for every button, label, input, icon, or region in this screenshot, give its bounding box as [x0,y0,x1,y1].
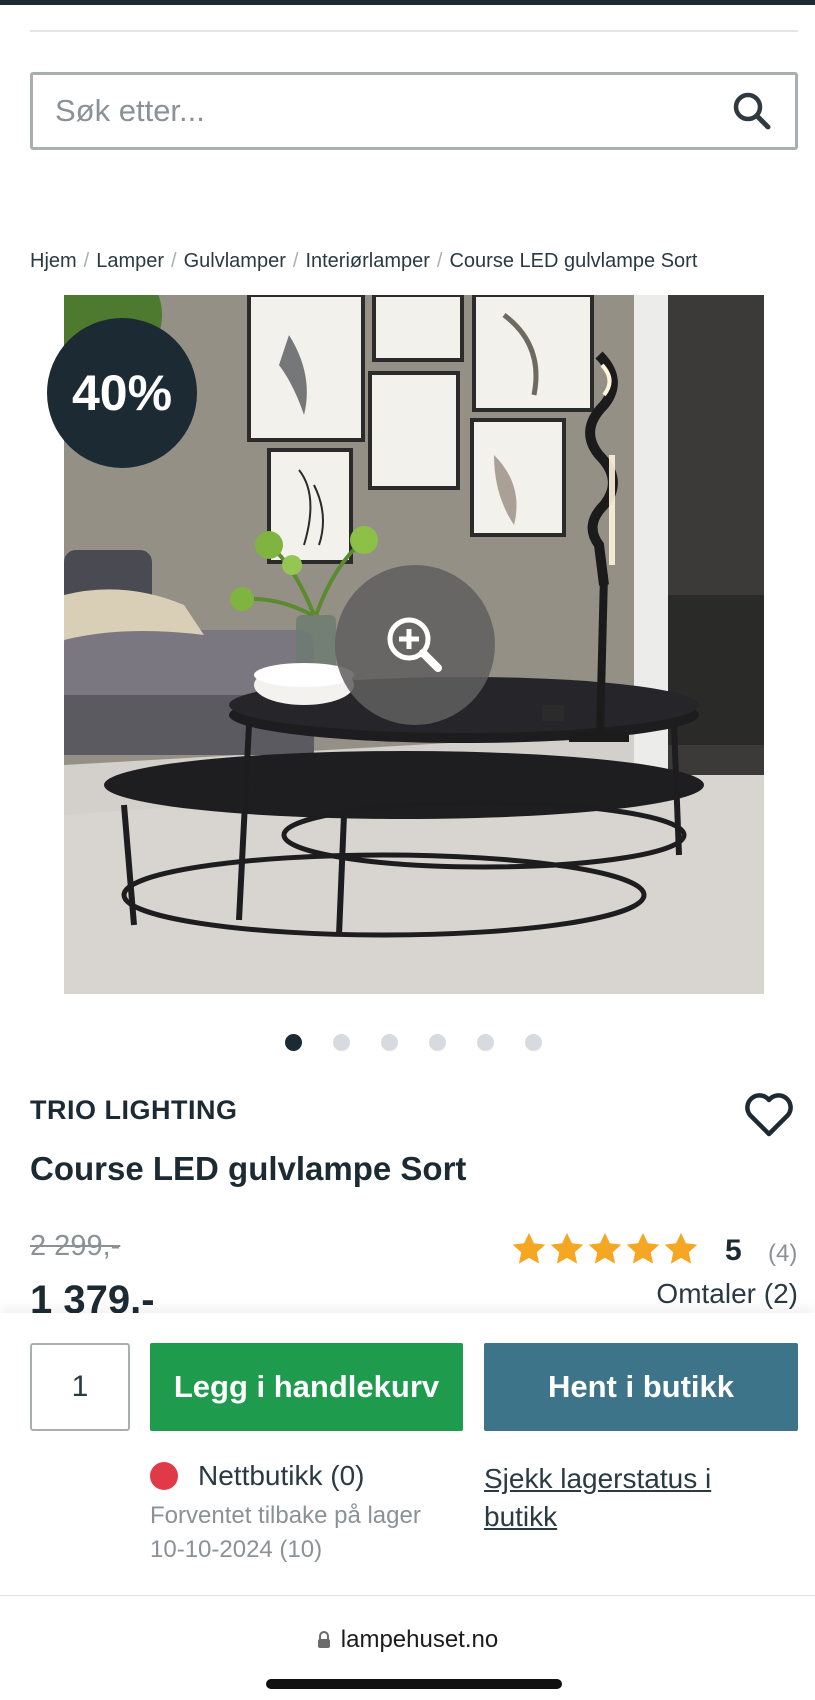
gallery-pagination [285,1034,573,1051]
top-bar [0,0,815,5]
zoom-button[interactable] [335,565,495,725]
add-to-cart-button[interactable]: Legg i handlekurv [150,1343,463,1431]
header-divider [30,30,798,32]
gallery-dot[interactable] [285,1034,302,1051]
gallery-dot[interactable] [381,1034,398,1051]
wishlist-heart-icon[interactable] [743,1090,795,1138]
stock-status-indicator [150,1462,178,1490]
rating-stars[interactable] [510,1230,700,1268]
lock-icon [317,1631,330,1648]
product-brand[interactable]: TRIO LIGHTING [30,1095,237,1126]
breadcrumb-separator: / [436,250,443,272]
product-title: Course LED gulvlampe Sort [30,1150,467,1187]
expected-restock-line: Forventet tilbake på lager [150,1502,421,1529]
browser-address-bar: lampehuset.no [0,1595,815,1700]
pickup-in-store-button[interactable]: Hent i butikk [484,1343,798,1431]
rating-count: (4) [768,1240,798,1267]
expected-restock-text: Forventet tilbake på lager 10-10-2024 (1… [150,1499,480,1567]
gallery-dot[interactable] [477,1034,494,1051]
breadcrumb: Hjem / Lamper / Gulvlamper / Interiørlam… [30,250,697,273]
breadcrumb-separator: / [83,250,90,272]
breadcrumb-separator: / [292,250,299,272]
search-field[interactable]: Søk etter... [30,72,798,150]
buy-panel: 1 Legg i handlekurv Hent i butikk Nettbu… [0,1313,815,1595]
breadcrumb-current: Course LED gulvlampe Sort [449,250,698,272]
breadcrumb-home[interactable]: Hjem [30,250,77,273]
star-icon [626,1232,660,1264]
expected-restock-date: 10-10-2024 (10) [150,1536,323,1563]
star-icon [550,1232,584,1264]
check-store-stock-link[interactable]: Sjekk lagerstatus i butikk [484,1460,784,1536]
discount-badge: 40% [47,318,197,468]
star-icon [588,1232,622,1264]
gallery-dot[interactable] [525,1034,542,1051]
url-bar[interactable]: lampehuset.no [0,1626,815,1654]
rating-value: 5 [725,1234,742,1267]
url-text: lampehuset.no [340,1626,499,1653]
star-icon [664,1232,698,1264]
star-icon [512,1232,546,1264]
reviews-link[interactable]: Omtaler (2) [656,1278,798,1310]
search-icon[interactable] [727,86,777,136]
quantity-input[interactable]: 1 [30,1343,130,1431]
gallery-dot[interactable] [429,1034,446,1051]
online-stock-label: Nettbutikk (0) [198,1460,365,1491]
breadcrumb-interiorlamper[interactable]: Interiørlamper [305,250,429,273]
old-price: 2 299,- [30,1230,121,1262]
breadcrumb-separator: / [171,250,177,272]
zoom-in-icon [387,617,442,672]
search-input[interactable]: Søk etter... [33,93,727,129]
home-indicator[interactable] [266,1679,562,1689]
breadcrumb-gulvlamper[interactable]: Gulvlamper [184,250,286,273]
gallery-dot[interactable] [333,1034,350,1051]
breadcrumb-lamper[interactable]: Lamper [96,250,164,273]
